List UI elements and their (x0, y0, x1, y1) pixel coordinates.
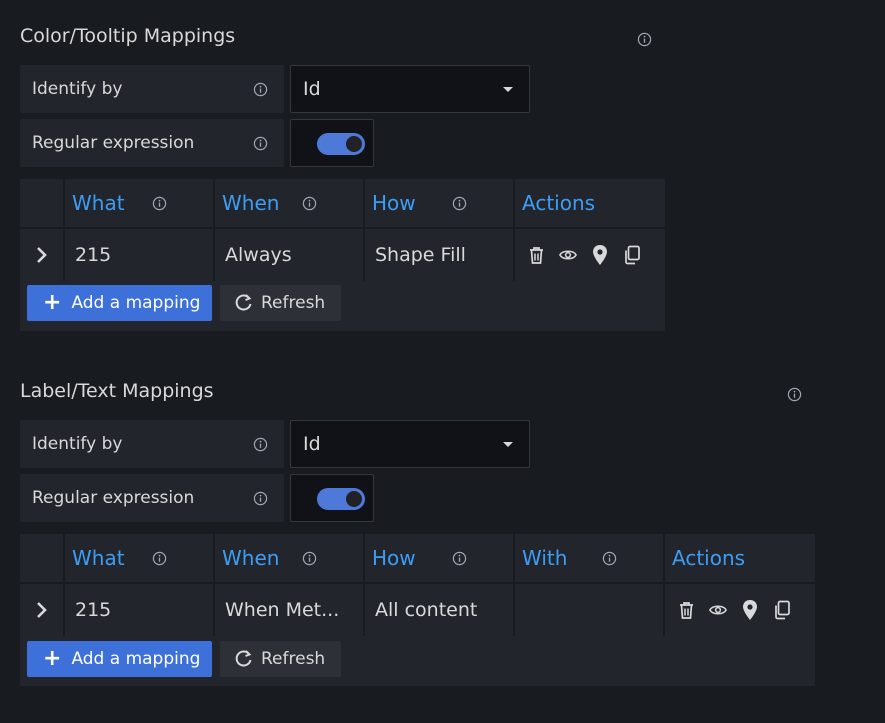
column-header-what: What (65, 534, 215, 582)
map-pin-icon[interactable] (591, 245, 609, 265)
column-header-actions: Actions (665, 534, 815, 582)
copy-icon[interactable] (623, 245, 641, 265)
regular-expression-label: Regular expression (20, 474, 284, 522)
copy-icon[interactable] (773, 600, 791, 620)
column-header-when: When (215, 179, 365, 227)
info-icon[interactable] (252, 490, 268, 506)
column-header-with: With (515, 534, 665, 582)
plus-icon: + (43, 290, 62, 315)
regular-expression-toggle-container (290, 119, 374, 167)
refresh-button[interactable]: Refresh (220, 641, 341, 677)
table-cell-actions (515, 229, 665, 281)
table-cell-how[interactable]: Shape Fill (365, 229, 515, 281)
eye-icon[interactable] (559, 245, 577, 265)
add-mapping-button[interactable]: + Add a mapping (27, 641, 212, 677)
map-pin-icon[interactable] (741, 600, 759, 620)
column-header-actions: Actions (515, 179, 665, 227)
table-cell-when[interactable]: Always (215, 229, 365, 281)
caret-down-icon (503, 86, 513, 92)
info-icon[interactable] (301, 195, 317, 211)
table-cell-with[interactable] (515, 584, 665, 636)
info-icon[interactable] (151, 550, 167, 566)
section-title-color-tooltip: Color/Tooltip Mappings (20, 25, 236, 47)
table-cell-when[interactable]: When Met... (215, 584, 365, 636)
info-icon[interactable] (451, 550, 467, 566)
trash-icon[interactable] (527, 245, 545, 265)
info-icon[interactable] (301, 550, 317, 566)
refresh-button[interactable]: Refresh (220, 285, 341, 321)
info-icon[interactable] (451, 195, 467, 211)
identify-by-label: Identify by (20, 65, 284, 113)
identify-by-select[interactable]: Id (290, 420, 530, 468)
table-header-expand (20, 534, 65, 582)
chevron-right-icon[interactable] (35, 601, 49, 619)
column-header-how: How (365, 534, 515, 582)
refresh-icon (235, 294, 252, 311)
info-icon[interactable] (252, 135, 268, 151)
mapping-table-color: What When How Actions 215 Always Shape F… (20, 179, 665, 331)
add-mapping-button[interactable]: + Add a mapping (27, 285, 212, 321)
column-header-how: How (365, 179, 515, 227)
table-cell-how[interactable]: All content (365, 584, 515, 636)
info-icon[interactable] (252, 436, 268, 452)
column-header-when: When (215, 534, 365, 582)
info-icon[interactable] (151, 195, 167, 211)
info-icon[interactable] (601, 550, 617, 566)
mapping-table-label: What When How With Actions 215 When Met.… (20, 534, 815, 686)
info-icon[interactable] (786, 386, 802, 402)
table-cell-actions (665, 584, 815, 636)
plus-icon: + (43, 646, 62, 671)
identify-by-label: Identify by (20, 420, 284, 468)
table-row-expand[interactable] (20, 584, 65, 636)
table-row-expand[interactable] (20, 229, 65, 281)
regular-expression-toggle[interactable] (317, 133, 365, 155)
table-header-expand (20, 179, 65, 227)
column-header-what: What (65, 179, 215, 227)
table-cell-what[interactable]: 215 (65, 584, 215, 636)
refresh-icon (235, 650, 252, 667)
table-cell-what[interactable]: 215 (65, 229, 215, 281)
chevron-right-icon[interactable] (35, 246, 49, 264)
info-icon[interactable] (252, 81, 268, 97)
eye-icon[interactable] (709, 600, 727, 620)
regular-expression-label: Regular expression (20, 119, 284, 167)
caret-down-icon (503, 441, 513, 447)
trash-icon[interactable] (677, 600, 695, 620)
regular-expression-toggle-container (290, 474, 374, 522)
identify-by-select[interactable]: Id (290, 65, 530, 113)
regular-expression-toggle[interactable] (317, 488, 365, 510)
section-title-label-text: Label/Text Mappings (20, 380, 214, 402)
info-icon[interactable] (636, 31, 652, 47)
